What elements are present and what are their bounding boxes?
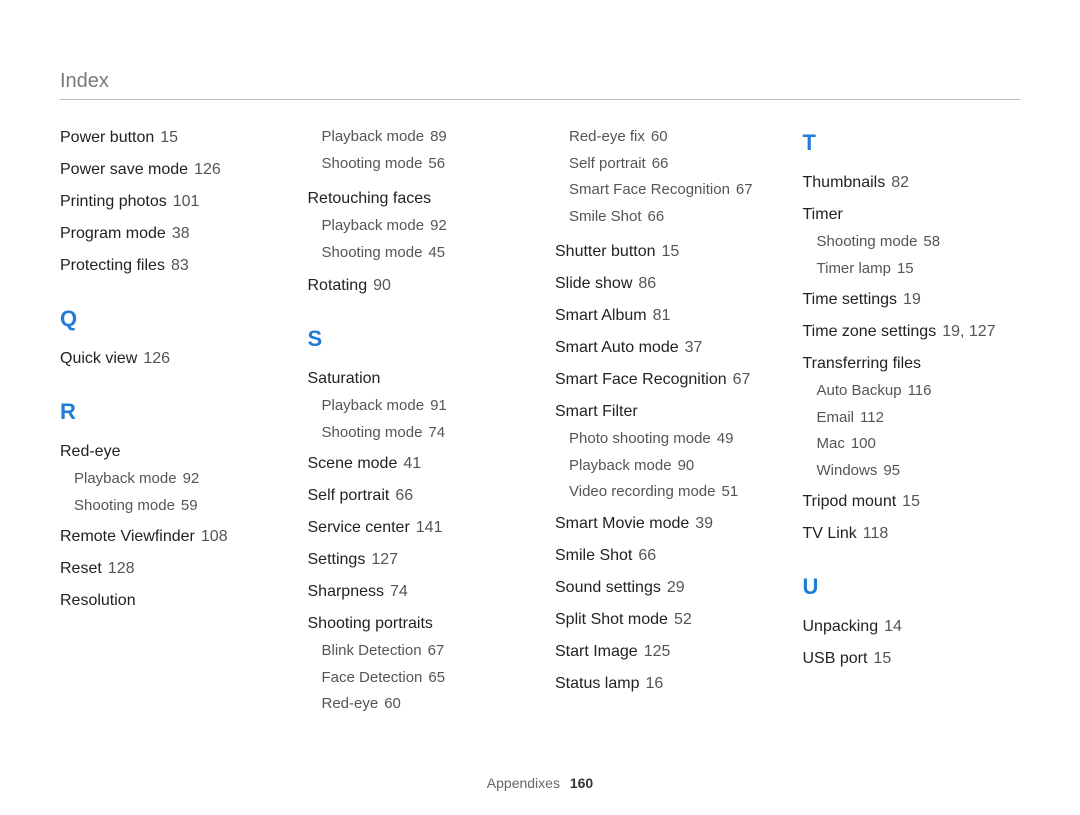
- footer-page-number: 160: [570, 775, 593, 791]
- footer-section: Appendixes: [487, 775, 560, 791]
- index-entry: Smart Auto mode37: [555, 336, 773, 360]
- index-group-head: Red-eye: [60, 440, 278, 464]
- index-subentry: Shooting mode59: [60, 495, 278, 518]
- index-group-head: Retouching faces: [308, 187, 526, 211]
- index-group-head: Transferring files: [803, 352, 1021, 376]
- index-entry: Shutter button15: [555, 240, 773, 264]
- index-subentry: Auto Backup116: [803, 380, 1021, 403]
- index-subentry: Playback mode91: [308, 395, 526, 418]
- index-entry: Rotating90: [308, 274, 526, 298]
- index-entry: Resolution: [60, 589, 278, 613]
- index-entry: Service center141: [308, 516, 526, 540]
- index-group-head: Timer: [803, 203, 1021, 227]
- index-subentry: Shooting mode74: [308, 422, 526, 445]
- index-subentry: Shooting mode45: [308, 242, 526, 265]
- index-entry: Reset128: [60, 557, 278, 581]
- index-subentry: Email112: [803, 407, 1021, 430]
- index-subentry: Blink Detection67: [308, 640, 526, 663]
- index-group-head: Shooting portraits: [308, 612, 526, 636]
- index-subentry: Self portrait66: [555, 153, 773, 176]
- index-subentry: Playback mode90: [555, 455, 773, 478]
- index-subentry: Photo shooting mode49: [555, 428, 773, 451]
- index-entry: Unpacking14: [803, 615, 1021, 639]
- index-col-1: Power button15 Power save mode126 Printi…: [60, 126, 278, 720]
- index-entry: Remote Viewfinder108: [60, 525, 278, 549]
- index-entry: Protecting files83: [60, 254, 278, 278]
- index-entry: Self portrait66: [308, 484, 526, 508]
- index-letter-r: R: [60, 395, 278, 428]
- index-entry: Split Shot mode52: [555, 608, 773, 632]
- index-entry: Tripod mount15: [803, 490, 1021, 514]
- index-subentry: Smart Face Recognition67: [555, 179, 773, 202]
- page-footer: Appendixes 160: [0, 775, 1080, 791]
- index-entry: Quick view126: [60, 347, 278, 371]
- index-page: Index Power button15 Power save mode126 …: [0, 0, 1080, 815]
- index-entry: Scene mode41: [308, 452, 526, 476]
- index-col-4: T Thumbnails82 Timer Shooting mode58 Tim…: [803, 126, 1021, 720]
- index-entry: Sound settings29: [555, 576, 773, 600]
- index-entry: USB port15: [803, 647, 1021, 671]
- index-subentry: Red-eye60: [308, 693, 526, 716]
- index-col-3: Red-eye fix60 Self portrait66 Smart Face…: [555, 126, 773, 720]
- index-subentry: Playback mode89: [308, 126, 526, 149]
- index-col-2: Playback mode89 Shooting mode56 Retouchi…: [308, 126, 526, 720]
- index-entry: Time zone settings19, 127: [803, 320, 1021, 344]
- index-entry: Power save mode126: [60, 158, 278, 182]
- index-subentry: Face Detection65: [308, 667, 526, 690]
- index-subentry: Video recording mode51: [555, 481, 773, 504]
- index-columns: Power button15 Power save mode126 Printi…: [60, 126, 1020, 720]
- index-entry: Start Image125: [555, 640, 773, 664]
- index-entry: Sharpness74: [308, 580, 526, 604]
- index-letter-t: T: [803, 126, 1021, 159]
- index-subentry: Shooting mode58: [803, 231, 1021, 254]
- index-entry: Slide show86: [555, 272, 773, 296]
- index-entry: Smart Movie mode39: [555, 512, 773, 536]
- index-subentry: Mac100: [803, 433, 1021, 456]
- index-subentry: Red-eye fix60: [555, 126, 773, 149]
- index-entry: Printing photos101: [60, 190, 278, 214]
- index-group-head: Saturation: [308, 367, 526, 391]
- index-entry: Smart Album81: [555, 304, 773, 328]
- index-entry: Smile Shot66: [555, 544, 773, 568]
- index-letter-q: Q: [60, 302, 278, 335]
- index-group-head: Smart Filter: [555, 400, 773, 424]
- index-entry: Settings127: [308, 548, 526, 572]
- index-entry: Thumbnails82: [803, 171, 1021, 195]
- index-entry: Time settings19: [803, 288, 1021, 312]
- index-entry: Power button15: [60, 126, 278, 150]
- index-letter-s: S: [308, 322, 526, 355]
- index-subentry: Timer lamp15: [803, 258, 1021, 281]
- index-subentry: Playback mode92: [60, 468, 278, 491]
- index-entry: Program mode38: [60, 222, 278, 246]
- index-subentry: Playback mode92: [308, 215, 526, 238]
- index-entry: TV Link118: [803, 522, 1021, 546]
- index-subentry: Shooting mode56: [308, 153, 526, 176]
- index-letter-u: U: [803, 570, 1021, 603]
- index-subentry: Windows95: [803, 460, 1021, 483]
- index-entry: Status lamp16: [555, 672, 773, 696]
- index-entry: Smart Face Recognition67: [555, 368, 773, 392]
- page-title: Index: [60, 70, 1020, 100]
- index-subentry: Smile Shot66: [555, 206, 773, 229]
